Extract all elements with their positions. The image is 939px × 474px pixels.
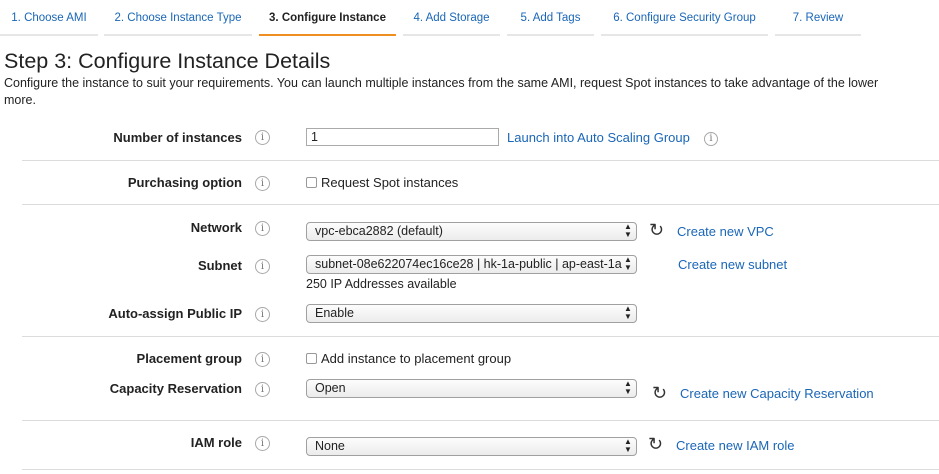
divider	[22, 160, 939, 161]
info-icon[interactable]: i	[255, 307, 270, 322]
request-spot-label: Request Spot instances	[321, 175, 459, 190]
placement-group-checkbox[interactable]	[306, 353, 317, 364]
tab-configure-security-group[interactable]: 6. Configure Security Group	[601, 0, 768, 36]
divider	[22, 469, 939, 470]
select-arrows-icon: ▲ ▼	[624, 222, 632, 239]
info-icon[interactable]: i	[255, 259, 270, 274]
auto-assign-ip-label: Auto-assign Public IP	[108, 306, 242, 321]
iam-role-value: None	[315, 439, 345, 453]
refresh-icon[interactable]: ↻	[648, 435, 663, 453]
select-arrows-icon: ▲ ▼	[624, 437, 632, 454]
iam-role-select[interactable]: None ▲ ▼	[306, 437, 637, 456]
placement-group-checkbox-label: Add instance to placement group	[321, 351, 512, 366]
page-description-cont: more.	[4, 93, 36, 107]
network-select-value: vpc-ebca2882 (default)	[315, 224, 443, 238]
create-iam-role-link[interactable]: Create new IAM role	[676, 438, 795, 453]
launch-asg-link[interactable]: Launch into Auto Scaling Group	[507, 130, 690, 145]
subnet-select-value: subnet-08e622074ec16ce28 | hk-1a-public …	[315, 257, 622, 271]
refresh-icon[interactable]: ↻	[649, 221, 664, 239]
info-icon[interactable]: i	[255, 221, 270, 236]
refresh-icon[interactable]: ↻	[652, 384, 667, 402]
divider	[22, 336, 939, 337]
purchasing-option-label: Purchasing option	[127, 175, 242, 190]
request-spot-checkbox[interactable]	[306, 177, 317, 188]
number-of-instances-input[interactable]	[306, 128, 499, 146]
iam-role-label: IAM role	[190, 435, 242, 450]
tab-configure-instance[interactable]: 3. Configure Instance	[259, 0, 396, 36]
request-spot-row: Request Spot instances	[306, 175, 458, 190]
tab-add-tags[interactable]: 5. Add Tags	[507, 0, 594, 36]
create-subnet-link[interactable]: Create new subnet	[678, 257, 787, 272]
divider	[22, 420, 939, 421]
info-icon[interactable]: i	[255, 352, 270, 367]
tab-add-storage[interactable]: 4. Add Storage	[403, 0, 500, 36]
tab-choose-ami[interactable]: 1. Choose AMI	[0, 0, 98, 36]
capacity-reservation-value: Open	[315, 381, 346, 395]
select-arrows-icon: ▲ ▼	[624, 255, 632, 272]
divider	[22, 204, 939, 205]
create-capacity-reservation-link[interactable]: Create new Capacity Reservation	[680, 386, 874, 401]
capacity-reservation-label: Capacity Reservation	[109, 381, 242, 396]
page-description: Configure the instance to suit your requ…	[4, 76, 879, 90]
info-icon[interactable]: i	[255, 436, 270, 451]
auto-assign-ip-select[interactable]: Enable ▲ ▼	[306, 304, 637, 323]
select-arrows-icon: ▲ ▼	[624, 379, 632, 396]
info-icon[interactable]: i	[704, 132, 718, 146]
info-icon[interactable]: i	[255, 382, 270, 397]
placement-group-label: Placement group	[136, 351, 242, 366]
create-vpc-link[interactable]: Create new VPC	[677, 224, 774, 239]
number-of-instances-label: Number of instances	[113, 130, 242, 145]
network-label: Network	[190, 220, 242, 235]
capacity-reservation-select[interactable]: Open ▲ ▼	[306, 379, 637, 398]
select-arrows-icon: ▲ ▼	[624, 304, 632, 321]
info-icon[interactable]: i	[255, 130, 270, 145]
tab-review[interactable]: 7. Review	[775, 0, 861, 36]
ip-available-text: 250 IP Addresses available	[306, 277, 457, 291]
subnet-select[interactable]: subnet-08e622074ec16ce28 | hk-1a-public …	[306, 255, 637, 274]
info-icon[interactable]: i	[255, 176, 270, 191]
auto-assign-ip-value: Enable	[315, 306, 354, 320]
page-title: Step 3: Configure Instance Details	[4, 49, 331, 73]
network-select[interactable]: vpc-ebca2882 (default) ▲ ▼	[306, 222, 637, 241]
placement-group-row: Add instance to placement group	[306, 351, 511, 366]
subnet-label: Subnet	[197, 258, 242, 273]
tab-choose-instance-type[interactable]: 2. Choose Instance Type	[104, 0, 252, 36]
wizard-tabs: 1. Choose AMI 2. Choose Instance Type 3.…	[0, 0, 939, 36]
